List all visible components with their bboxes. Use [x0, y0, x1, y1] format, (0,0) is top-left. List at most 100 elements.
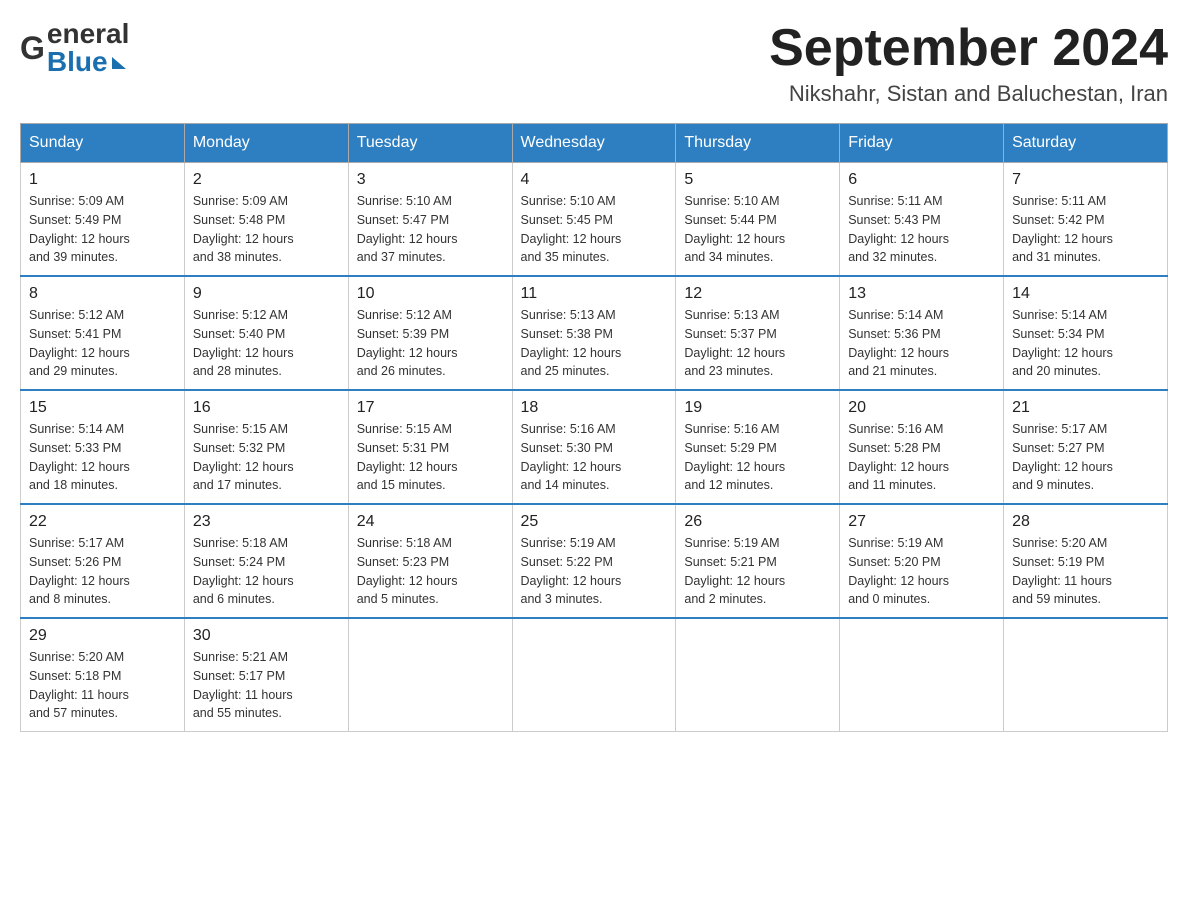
- calendar-week-1: 1 Sunrise: 5:09 AMSunset: 5:49 PMDayligh…: [21, 163, 1168, 277]
- calendar-cell: 27 Sunrise: 5:19 AMSunset: 5:20 PMDaylig…: [840, 504, 1004, 618]
- calendar-cell: 13 Sunrise: 5:14 AMSunset: 5:36 PMDaylig…: [840, 276, 1004, 390]
- calendar-week-2: 8 Sunrise: 5:12 AMSunset: 5:41 PMDayligh…: [21, 276, 1168, 390]
- calendar-cell: 14 Sunrise: 5:14 AMSunset: 5:34 PMDaylig…: [1004, 276, 1168, 390]
- weekday-header-saturday: Saturday: [1004, 124, 1168, 163]
- title-area: September 2024 Nikshahr, Sistan and Balu…: [769, 20, 1168, 107]
- calendar-cell: [676, 618, 840, 732]
- calendar-cell: 29 Sunrise: 5:20 AMSunset: 5:18 PMDaylig…: [21, 618, 185, 732]
- day-number: 25: [521, 513, 668, 531]
- day-number: 11: [521, 285, 668, 303]
- weekday-header-wednesday: Wednesday: [512, 124, 676, 163]
- day-info: Sunrise: 5:13 AMSunset: 5:38 PMDaylight:…: [521, 308, 622, 378]
- day-number: 7: [1012, 171, 1159, 189]
- day-info: Sunrise: 5:16 AMSunset: 5:29 PMDaylight:…: [684, 422, 785, 492]
- calendar-cell: [512, 618, 676, 732]
- weekday-header-friday: Friday: [840, 124, 1004, 163]
- calendar-cell: 12 Sunrise: 5:13 AMSunset: 5:37 PMDaylig…: [676, 276, 840, 390]
- day-number: 14: [1012, 285, 1159, 303]
- logo-arrow-icon: [112, 57, 126, 69]
- calendar-cell: 16 Sunrise: 5:15 AMSunset: 5:32 PMDaylig…: [184, 390, 348, 504]
- logo-blue-text: Blue: [47, 48, 108, 76]
- weekday-header-thursday: Thursday: [676, 124, 840, 163]
- calendar-week-4: 22 Sunrise: 5:17 AMSunset: 5:26 PMDaylig…: [21, 504, 1168, 618]
- calendar-cell: 21 Sunrise: 5:17 AMSunset: 5:27 PMDaylig…: [1004, 390, 1168, 504]
- calendar-cell: 23 Sunrise: 5:18 AMSunset: 5:24 PMDaylig…: [184, 504, 348, 618]
- calendar-cell: 1 Sunrise: 5:09 AMSunset: 5:49 PMDayligh…: [21, 163, 185, 277]
- day-number: 2: [193, 171, 340, 189]
- day-number: 30: [193, 627, 340, 645]
- day-number: 15: [29, 399, 176, 417]
- day-number: 8: [29, 285, 176, 303]
- day-info: Sunrise: 5:11 AMSunset: 5:42 PMDaylight:…: [1012, 194, 1113, 264]
- page-header: G eneral Blue September 2024 Nikshahr, S…: [20, 20, 1168, 107]
- day-number: 26: [684, 513, 831, 531]
- day-number: 20: [848, 399, 995, 417]
- page-title: September 2024: [769, 20, 1168, 77]
- weekday-header-monday: Monday: [184, 124, 348, 163]
- day-info: Sunrise: 5:19 AMSunset: 5:22 PMDaylight:…: [521, 536, 622, 606]
- day-number: 13: [848, 285, 995, 303]
- day-number: 19: [684, 399, 831, 417]
- day-info: Sunrise: 5:12 AMSunset: 5:39 PMDaylight:…: [357, 308, 458, 378]
- day-info: Sunrise: 5:17 AMSunset: 5:27 PMDaylight:…: [1012, 422, 1113, 492]
- day-info: Sunrise: 5:14 AMSunset: 5:33 PMDaylight:…: [29, 422, 130, 492]
- calendar-week-3: 15 Sunrise: 5:14 AMSunset: 5:33 PMDaylig…: [21, 390, 1168, 504]
- calendar-cell: [1004, 618, 1168, 732]
- day-number: 5: [684, 171, 831, 189]
- calendar-cell: 7 Sunrise: 5:11 AMSunset: 5:42 PMDayligh…: [1004, 163, 1168, 277]
- day-info: Sunrise: 5:12 AMSunset: 5:40 PMDaylight:…: [193, 308, 294, 378]
- calendar-cell: 19 Sunrise: 5:16 AMSunset: 5:29 PMDaylig…: [676, 390, 840, 504]
- calendar-cell: 25 Sunrise: 5:19 AMSunset: 5:22 PMDaylig…: [512, 504, 676, 618]
- calendar-cell: 9 Sunrise: 5:12 AMSunset: 5:40 PMDayligh…: [184, 276, 348, 390]
- day-info: Sunrise: 5:20 AMSunset: 5:19 PMDaylight:…: [1012, 536, 1112, 606]
- weekday-header-row: SundayMondayTuesdayWednesdayThursdayFrid…: [21, 124, 1168, 163]
- day-number: 9: [193, 285, 340, 303]
- day-info: Sunrise: 5:09 AMSunset: 5:49 PMDaylight:…: [29, 194, 130, 264]
- day-info: Sunrise: 5:15 AMSunset: 5:32 PMDaylight:…: [193, 422, 294, 492]
- day-info: Sunrise: 5:14 AMSunset: 5:36 PMDaylight:…: [848, 308, 949, 378]
- day-number: 27: [848, 513, 995, 531]
- day-info: Sunrise: 5:14 AMSunset: 5:34 PMDaylight:…: [1012, 308, 1113, 378]
- logo-eneral: eneral: [47, 20, 130, 48]
- day-info: Sunrise: 5:18 AMSunset: 5:23 PMDaylight:…: [357, 536, 458, 606]
- day-number: 12: [684, 285, 831, 303]
- calendar-cell: 3 Sunrise: 5:10 AMSunset: 5:47 PMDayligh…: [348, 163, 512, 277]
- day-number: 10: [357, 285, 504, 303]
- calendar-cell: 28 Sunrise: 5:20 AMSunset: 5:19 PMDaylig…: [1004, 504, 1168, 618]
- calendar-table: SundayMondayTuesdayWednesdayThursdayFrid…: [20, 123, 1168, 732]
- calendar-cell: 20 Sunrise: 5:16 AMSunset: 5:28 PMDaylig…: [840, 390, 1004, 504]
- day-info: Sunrise: 5:19 AMSunset: 5:20 PMDaylight:…: [848, 536, 949, 606]
- day-number: 17: [357, 399, 504, 417]
- calendar-cell: 6 Sunrise: 5:11 AMSunset: 5:43 PMDayligh…: [840, 163, 1004, 277]
- calendar-cell: 18 Sunrise: 5:16 AMSunset: 5:30 PMDaylig…: [512, 390, 676, 504]
- calendar-cell: 26 Sunrise: 5:19 AMSunset: 5:21 PMDaylig…: [676, 504, 840, 618]
- day-info: Sunrise: 5:10 AMSunset: 5:44 PMDaylight:…: [684, 194, 785, 264]
- day-number: 3: [357, 171, 504, 189]
- day-info: Sunrise: 5:10 AMSunset: 5:47 PMDaylight:…: [357, 194, 458, 264]
- day-info: Sunrise: 5:12 AMSunset: 5:41 PMDaylight:…: [29, 308, 130, 378]
- day-info: Sunrise: 5:16 AMSunset: 5:28 PMDaylight:…: [848, 422, 949, 492]
- day-info: Sunrise: 5:20 AMSunset: 5:18 PMDaylight:…: [29, 650, 129, 720]
- day-info: Sunrise: 5:17 AMSunset: 5:26 PMDaylight:…: [29, 536, 130, 606]
- day-info: Sunrise: 5:13 AMSunset: 5:37 PMDaylight:…: [684, 308, 785, 378]
- calendar-cell: 2 Sunrise: 5:09 AMSunset: 5:48 PMDayligh…: [184, 163, 348, 277]
- calendar-cell: 4 Sunrise: 5:10 AMSunset: 5:45 PMDayligh…: [512, 163, 676, 277]
- day-number: 1: [29, 171, 176, 189]
- calendar-cell: 17 Sunrise: 5:15 AMSunset: 5:31 PMDaylig…: [348, 390, 512, 504]
- day-number: 21: [1012, 399, 1159, 417]
- day-number: 18: [521, 399, 668, 417]
- day-info: Sunrise: 5:21 AMSunset: 5:17 PMDaylight:…: [193, 650, 293, 720]
- day-info: Sunrise: 5:10 AMSunset: 5:45 PMDaylight:…: [521, 194, 622, 264]
- calendar-cell: 24 Sunrise: 5:18 AMSunset: 5:23 PMDaylig…: [348, 504, 512, 618]
- logo: G eneral Blue: [20, 20, 129, 76]
- day-info: Sunrise: 5:16 AMSunset: 5:30 PMDaylight:…: [521, 422, 622, 492]
- weekday-header-tuesday: Tuesday: [348, 124, 512, 163]
- calendar-cell: 5 Sunrise: 5:10 AMSunset: 5:44 PMDayligh…: [676, 163, 840, 277]
- day-number: 6: [848, 171, 995, 189]
- calendar-cell: [840, 618, 1004, 732]
- day-number: 23: [193, 513, 340, 531]
- calendar-cell: 8 Sunrise: 5:12 AMSunset: 5:41 PMDayligh…: [21, 276, 185, 390]
- day-info: Sunrise: 5:09 AMSunset: 5:48 PMDaylight:…: [193, 194, 294, 264]
- calendar-cell: [348, 618, 512, 732]
- calendar-cell: 15 Sunrise: 5:14 AMSunset: 5:33 PMDaylig…: [21, 390, 185, 504]
